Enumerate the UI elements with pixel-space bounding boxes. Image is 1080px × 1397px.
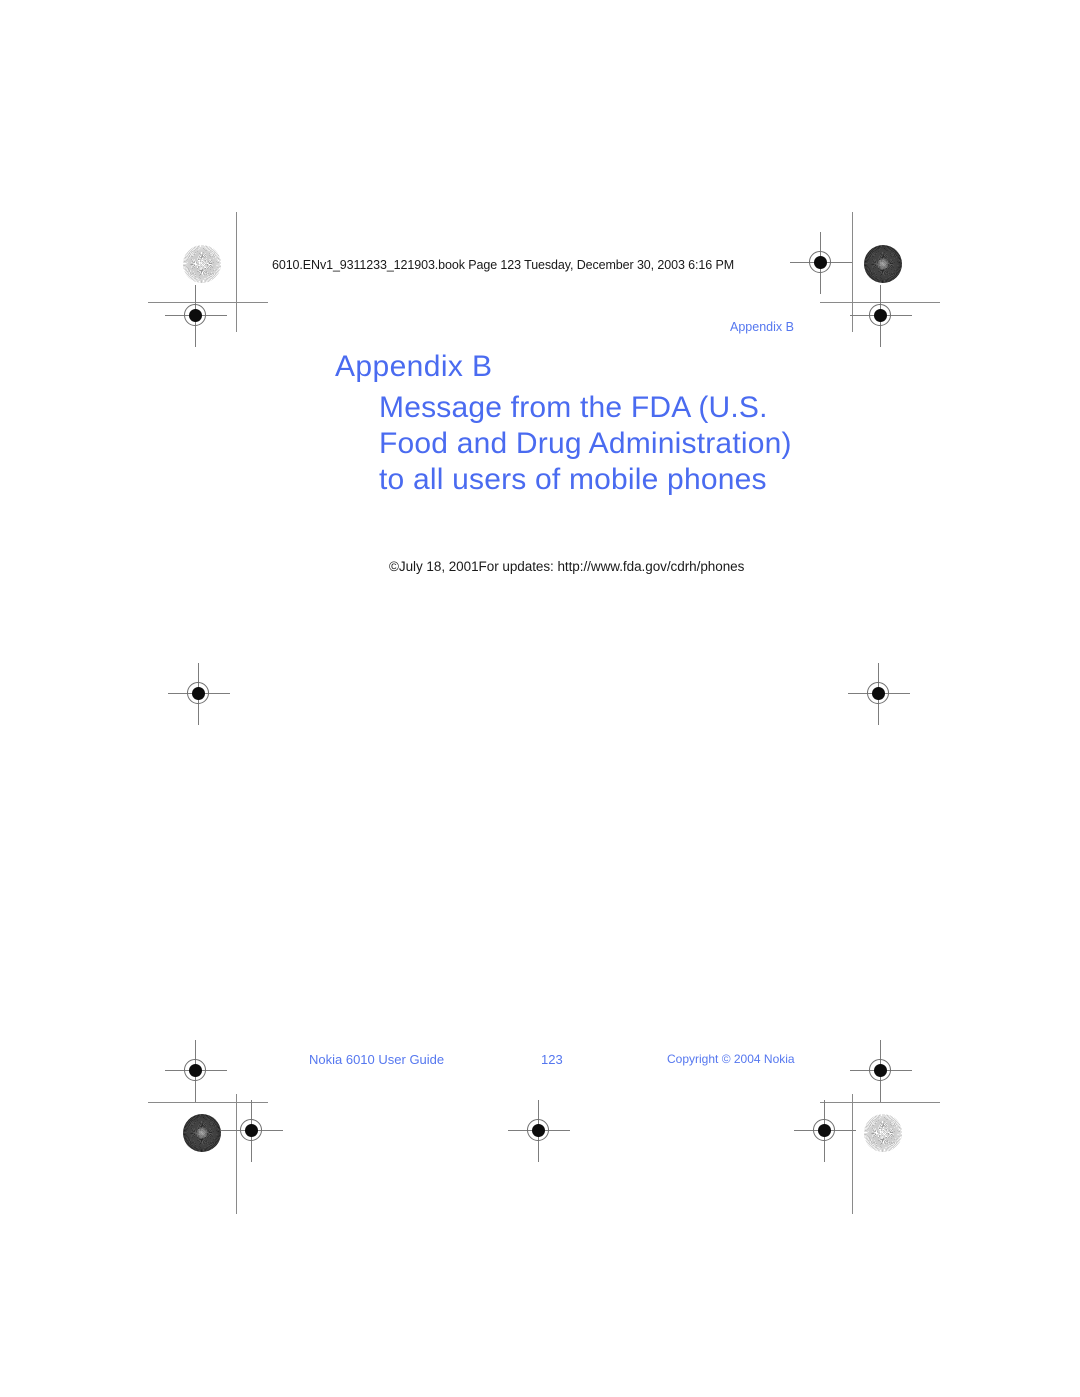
registration-mark-middle-left — [168, 663, 230, 725]
registration-mark-bottom-left-inner — [221, 1100, 283, 1162]
trim-line-horizontal-top-right — [820, 302, 940, 303]
rosette-target-top-right — [864, 245, 902, 283]
body-date-updates-line: ©July 18, 2001For updates: http://www.fd… — [389, 559, 745, 574]
prepress-marks-layer — [0, 0, 1080, 1397]
rosette-target-bottom-right — [864, 1114, 902, 1152]
registration-mark-top-left-outer — [165, 285, 227, 347]
trim-line-vertical-top-right — [852, 212, 853, 332]
rosette-core — [196, 258, 208, 270]
registration-mark-top-right-inner — [790, 232, 852, 294]
registration-mark-middle-right — [848, 663, 910, 725]
trim-line-vertical-top-left — [236, 212, 237, 332]
rosette-core — [877, 1127, 889, 1139]
rosette-core — [196, 1127, 208, 1139]
trim-line-horizontal-top-left — [148, 302, 268, 303]
trim-line-vertical-bottom-right — [852, 1094, 853, 1214]
registration-mark-bottom-center — [508, 1100, 570, 1162]
footer-page-number: 123 — [541, 1052, 563, 1067]
trim-line-horizontal-bottom-left — [148, 1102, 268, 1103]
rosette-target-bottom-left — [183, 1114, 221, 1152]
registration-mark-top-right-outer — [850, 285, 912, 347]
rosette-target-top-left — [183, 245, 221, 283]
page-sheet: 6010.ENv1_9311233_121903.book Page 123 T… — [0, 0, 1080, 1397]
registration-mark-bottom-right-inner — [794, 1100, 856, 1162]
footer-copyright: Copyright © 2004 Nokia — [667, 1052, 795, 1066]
trim-line-horizontal-bottom-right — [820, 1102, 940, 1103]
footer-document-title: Nokia 6010 User Guide — [309, 1052, 445, 1067]
chapter-label: Appendix B — [335, 350, 493, 383]
registration-mark-bottom-right-outer — [850, 1040, 912, 1102]
page-title: Message from the FDA (U.S. Food and Drug… — [379, 391, 792, 496]
trim-line-vertical-bottom-left — [236, 1094, 237, 1214]
registration-mark-bottom-left-outer — [165, 1040, 227, 1102]
rosette-core — [877, 258, 889, 270]
running-header-filename: 6010.ENv1_9311233_121903.book Page 123 T… — [272, 258, 735, 272]
folio-appendix-label: Appendix B — [730, 320, 794, 334]
